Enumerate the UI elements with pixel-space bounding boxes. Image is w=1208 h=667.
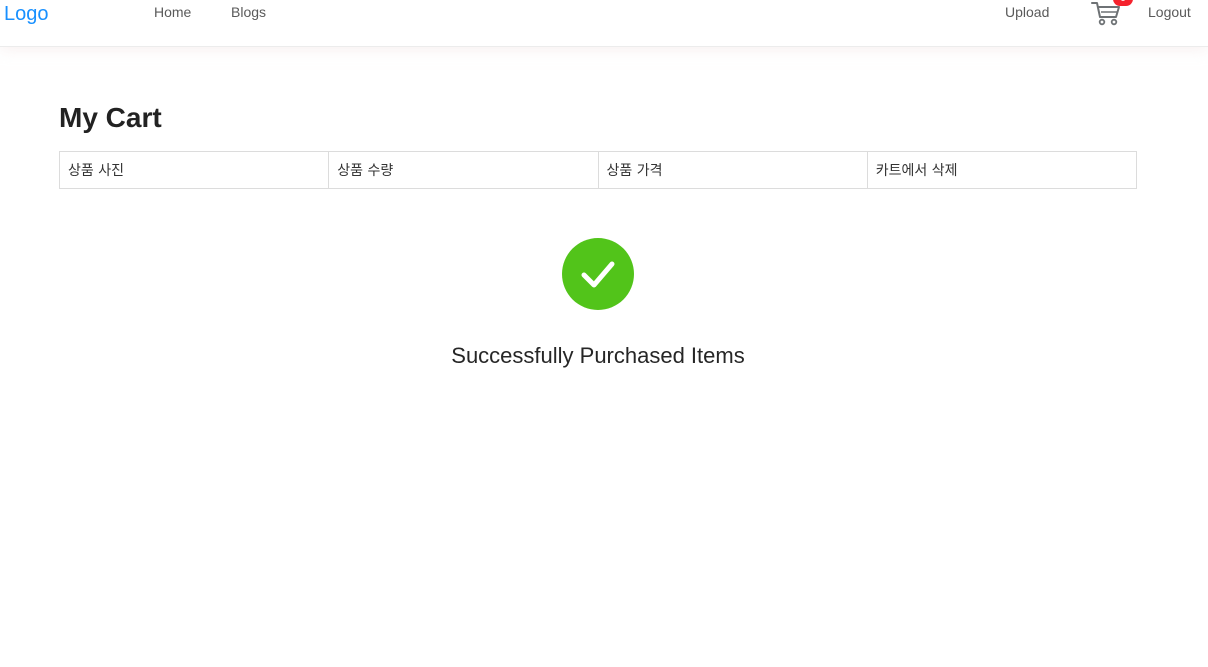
nav-upload-link[interactable]: Upload (1005, 3, 1049, 21)
column-header-quantity: 상품 수량 (328, 151, 599, 189)
nav-blogs-link[interactable]: Blogs (231, 3, 266, 21)
column-header-photo: 상품 사진 (58, 151, 330, 189)
nav-home-link[interactable]: Home (154, 3, 191, 21)
success-message: Successfully Purchased Items (451, 343, 745, 368)
column-header-price: 상품 가격 (597, 151, 868, 189)
cart-table: 상품 사진 상품 수량 상품 가격 카트에서 삭제 (58, 151, 1138, 189)
cart-count-badge: 0 (1113, 0, 1133, 6)
page-title: My Cart (59, 102, 162, 133)
checkmark-icon (581, 261, 615, 288)
top-navbar: Logo Home Blogs Upload 0 Logout (0, 0, 1208, 47)
column-header-remove: 카트에서 삭제 (866, 151, 1138, 189)
logo-link[interactable]: Logo (4, 0, 49, 28)
nav-logout-link[interactable]: Logout (1148, 3, 1191, 21)
check-circle-icon (562, 238, 634, 310)
table-header-row: 상품 사진 상품 수량 상품 가격 카트에서 삭제 (58, 151, 1138, 189)
